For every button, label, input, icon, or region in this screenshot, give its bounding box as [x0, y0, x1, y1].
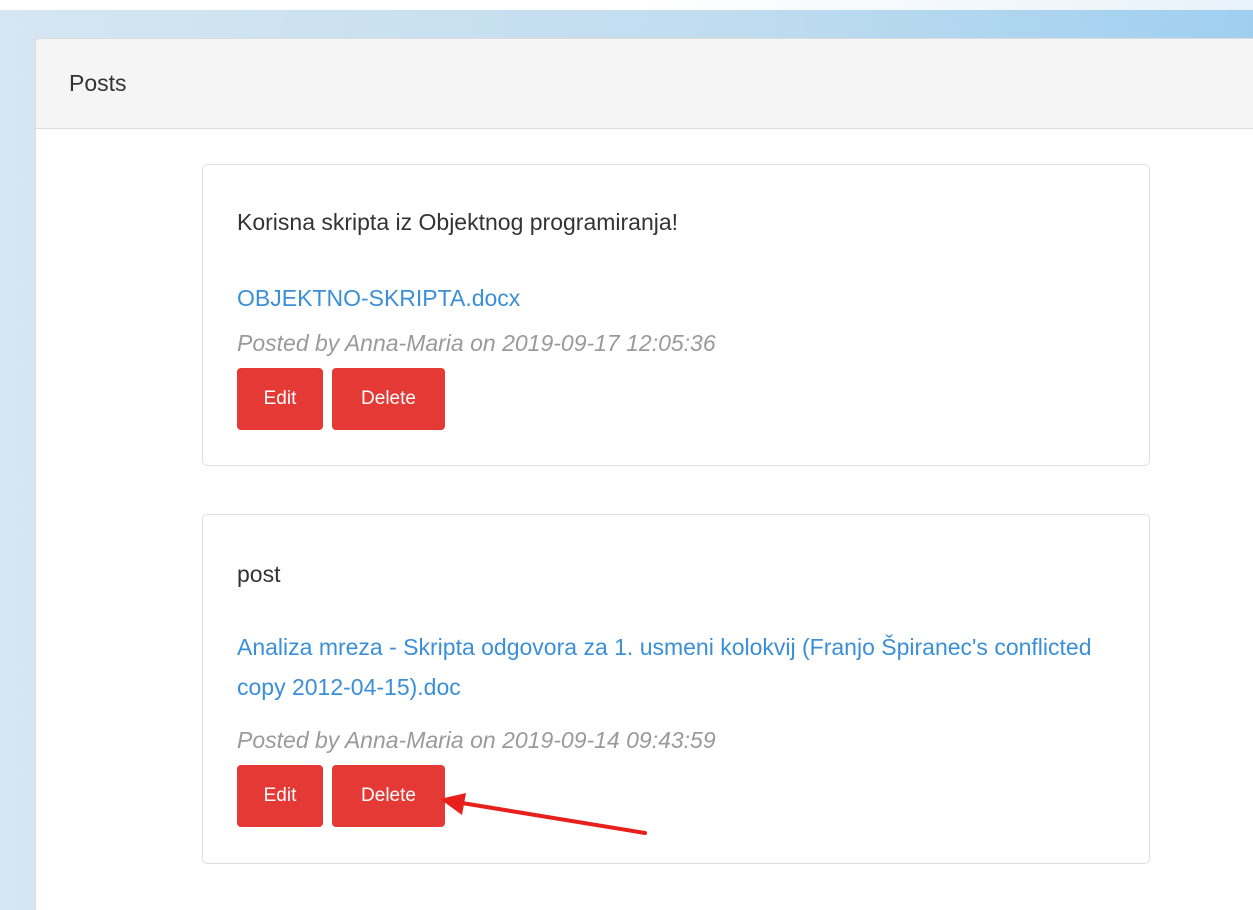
post-card: Korisna skripta iz Objektnog programiran… — [202, 164, 1150, 466]
posts-panel: Posts Korisna skripta iz Objektnog progr… — [35, 38, 1253, 910]
panel-heading: Posts — [36, 39, 1253, 129]
post-card: post Analiza mreza - Skripta odgovora za… — [202, 514, 1150, 864]
post-body: post — [237, 561, 281, 587]
edit-button[interactable]: Edit — [237, 368, 323, 430]
post-body: Korisna skripta iz Objektnog programiran… — [237, 209, 679, 235]
delete-button[interactable]: Delete — [332, 765, 445, 827]
attachment-link[interactable]: OBJEKTNO-SKRIPTA.docx — [237, 278, 1117, 318]
browser-top-strip — [0, 0, 1253, 10]
panel-title: Posts — [69, 70, 127, 96]
post-meta: Posted by Anna-Maria on 2019-09-17 12:05… — [237, 330, 716, 356]
delete-button[interactable]: Delete — [332, 368, 445, 430]
post-meta: Posted by Anna-Maria on 2019-09-14 09:43… — [237, 727, 716, 753]
attachment-link[interactable]: Analiza mreza - Skripta odgovora za 1. u… — [237, 627, 1117, 707]
edit-button[interactable]: Edit — [237, 765, 323, 827]
